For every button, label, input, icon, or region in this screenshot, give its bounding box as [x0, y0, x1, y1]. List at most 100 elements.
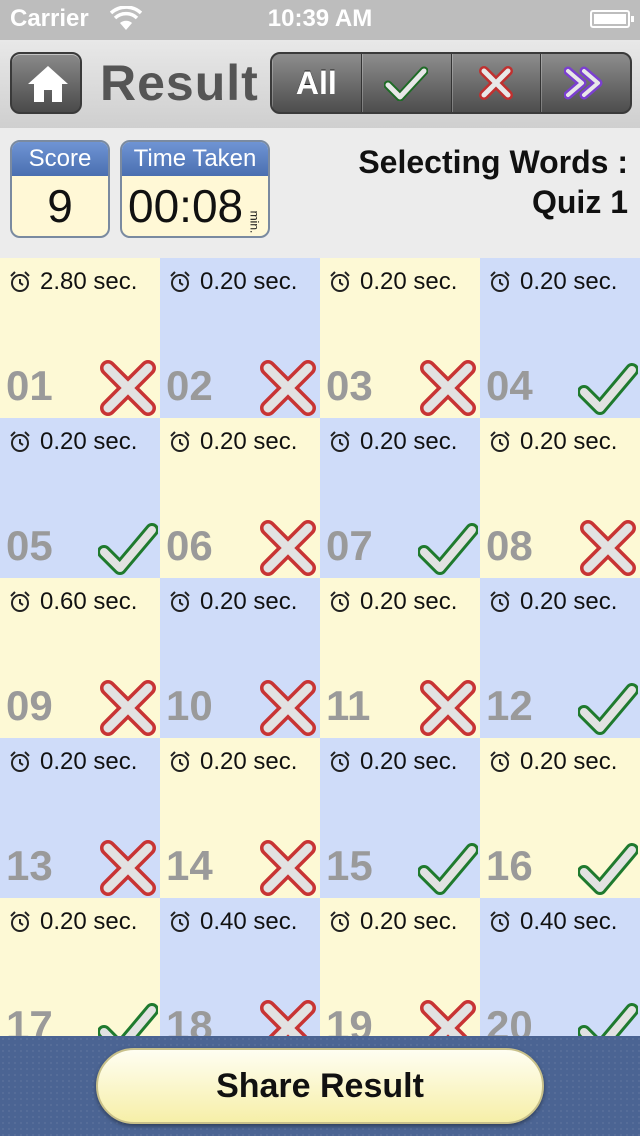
question-cell[interactable]: 0.40 sec. 20: [480, 898, 640, 1038]
alarm-clock-icon: [330, 271, 350, 292]
battery-icon: [590, 10, 634, 28]
question-cell[interactable]: 0.40 sec. 18: [160, 898, 320, 1038]
cross-icon: [258, 518, 318, 578]
cross-icon: [98, 678, 158, 738]
question-time-value: 2.80 sec.: [40, 268, 138, 295]
question-number: 08: [486, 522, 533, 569]
check-icon: [417, 518, 479, 578]
check-icon: [97, 518, 159, 578]
question-number: 04: [486, 362, 533, 409]
question-cell[interactable]: 0.20 sec. 17: [0, 898, 160, 1038]
alarm-clock-icon: [10, 431, 30, 452]
question-time: 0.20 sec.: [488, 428, 617, 456]
time-card: Time Taken 00:08 min.: [120, 140, 270, 238]
cross-icon: [98, 838, 158, 898]
question-number: 03: [326, 362, 373, 409]
quiz-title: Selecting Words : Quiz 1: [358, 142, 628, 222]
question-time: 2.80 sec.: [8, 268, 137, 296]
quiz-title-line1: Selecting Words :: [358, 144, 628, 180]
check-icon: [97, 998, 159, 1038]
question-number: 07: [326, 522, 373, 569]
alarm-clock-icon: [10, 751, 30, 772]
cross-icon: [418, 998, 478, 1038]
time-value-wrap: 00:08 min.: [122, 176, 268, 236]
question-time: 0.20 sec.: [328, 588, 457, 616]
question-cell[interactable]: 0.20 sec. 06: [160, 418, 320, 578]
bottom-bar: Share Result: [0, 1036, 640, 1136]
question-time-value: 0.40 sec.: [520, 908, 618, 935]
alarm-clock-icon: [10, 271, 30, 292]
question-cell[interactable]: 0.20 sec. 04: [480, 258, 640, 418]
question-cell[interactable]: 0.20 sec. 13: [0, 738, 160, 898]
filter-skipped-button[interactable]: [541, 54, 630, 112]
check-icon: [417, 838, 479, 898]
score-card: Score 9: [10, 140, 110, 238]
question-time: 0.40 sec.: [488, 908, 617, 936]
cross-icon: [258, 358, 318, 418]
question-cell[interactable]: 0.60 sec. 09: [0, 578, 160, 738]
question-number: 20: [486, 1002, 533, 1038]
question-number: 11: [326, 682, 371, 729]
cross-icon: [258, 838, 318, 898]
question-cell[interactable]: 0.20 sec. 10: [160, 578, 320, 738]
question-time: 0.20 sec.: [8, 748, 137, 776]
cross-icon: [258, 678, 318, 738]
question-cell[interactable]: 0.20 sec. 07: [320, 418, 480, 578]
filter-segmented-control: All: [270, 52, 632, 114]
question-cell[interactable]: 0.20 sec. 08: [480, 418, 640, 578]
result-summary: Score 9 Time Taken 00:08 min. Selecting …: [0, 128, 640, 258]
question-time-value: 0.20 sec.: [360, 908, 458, 935]
question-time: 0.20 sec.: [168, 588, 297, 616]
filter-correct-button[interactable]: [362, 54, 452, 112]
alarm-clock-icon: [490, 911, 510, 932]
question-time: 0.40 sec.: [168, 908, 297, 936]
question-number: 12: [486, 682, 533, 729]
question-number: 14: [166, 842, 213, 889]
question-number: 06: [166, 522, 213, 569]
question-time: 0.20 sec.: [328, 268, 457, 296]
share-result-button[interactable]: Share Result: [96, 1048, 544, 1124]
question-time: 0.20 sec.: [8, 908, 137, 936]
quiz-title-line2: Quiz 1: [531, 184, 628, 220]
question-time: 0.20 sec.: [488, 748, 617, 776]
alarm-clock-icon: [490, 431, 510, 452]
alarm-clock-icon: [490, 751, 510, 772]
question-time: 0.60 sec.: [8, 588, 137, 616]
alarm-clock-icon: [330, 911, 350, 932]
question-cell[interactable]: 0.20 sec. 12: [480, 578, 640, 738]
cross-icon: [478, 66, 513, 100]
question-cell[interactable]: 0.20 sec. 03: [320, 258, 480, 418]
question-cell[interactable]: 0.20 sec. 05: [0, 418, 160, 578]
question-time: 0.20 sec.: [168, 268, 297, 296]
question-time: 0.20 sec.: [488, 268, 617, 296]
question-time-value: 0.20 sec.: [520, 748, 618, 775]
question-cell[interactable]: 2.80 sec. 01: [0, 258, 160, 418]
question-cell[interactable]: 0.20 sec. 19: [320, 898, 480, 1038]
alarm-clock-icon: [490, 271, 510, 292]
question-cell[interactable]: 0.20 sec. 02: [160, 258, 320, 418]
question-number: 01: [6, 362, 53, 409]
question-time-value: 0.20 sec.: [360, 748, 458, 775]
question-number: 09: [6, 682, 53, 729]
question-cell[interactable]: 0.20 sec. 11: [320, 578, 480, 738]
question-time-value: 0.20 sec.: [520, 268, 618, 295]
question-cell[interactable]: 0.20 sec. 16: [480, 738, 640, 898]
home-button[interactable]: [10, 52, 82, 114]
filter-wrong-button[interactable]: [452, 54, 542, 112]
question-time-value: 0.20 sec.: [40, 748, 138, 775]
alarm-clock-icon: [170, 591, 190, 612]
question-number: 02: [166, 362, 213, 409]
alarm-clock-icon: [330, 751, 350, 772]
question-time: 0.20 sec.: [328, 908, 457, 936]
question-cell[interactable]: 0.20 sec. 15: [320, 738, 480, 898]
question-cell[interactable]: 0.20 sec. 14: [160, 738, 320, 898]
status-time: 10:39 AM: [267, 5, 373, 32]
filter-all-button[interactable]: All: [272, 54, 362, 112]
score-label: Score: [12, 142, 108, 176]
page-title: Result: [100, 55, 259, 111]
alarm-clock-icon: [490, 591, 510, 612]
question-time-value: 0.20 sec.: [40, 428, 138, 455]
question-number: 15: [326, 842, 373, 889]
status-bar: Carrier 10:39 AM: [0, 0, 640, 40]
question-time-value: 0.20 sec.: [520, 588, 618, 615]
